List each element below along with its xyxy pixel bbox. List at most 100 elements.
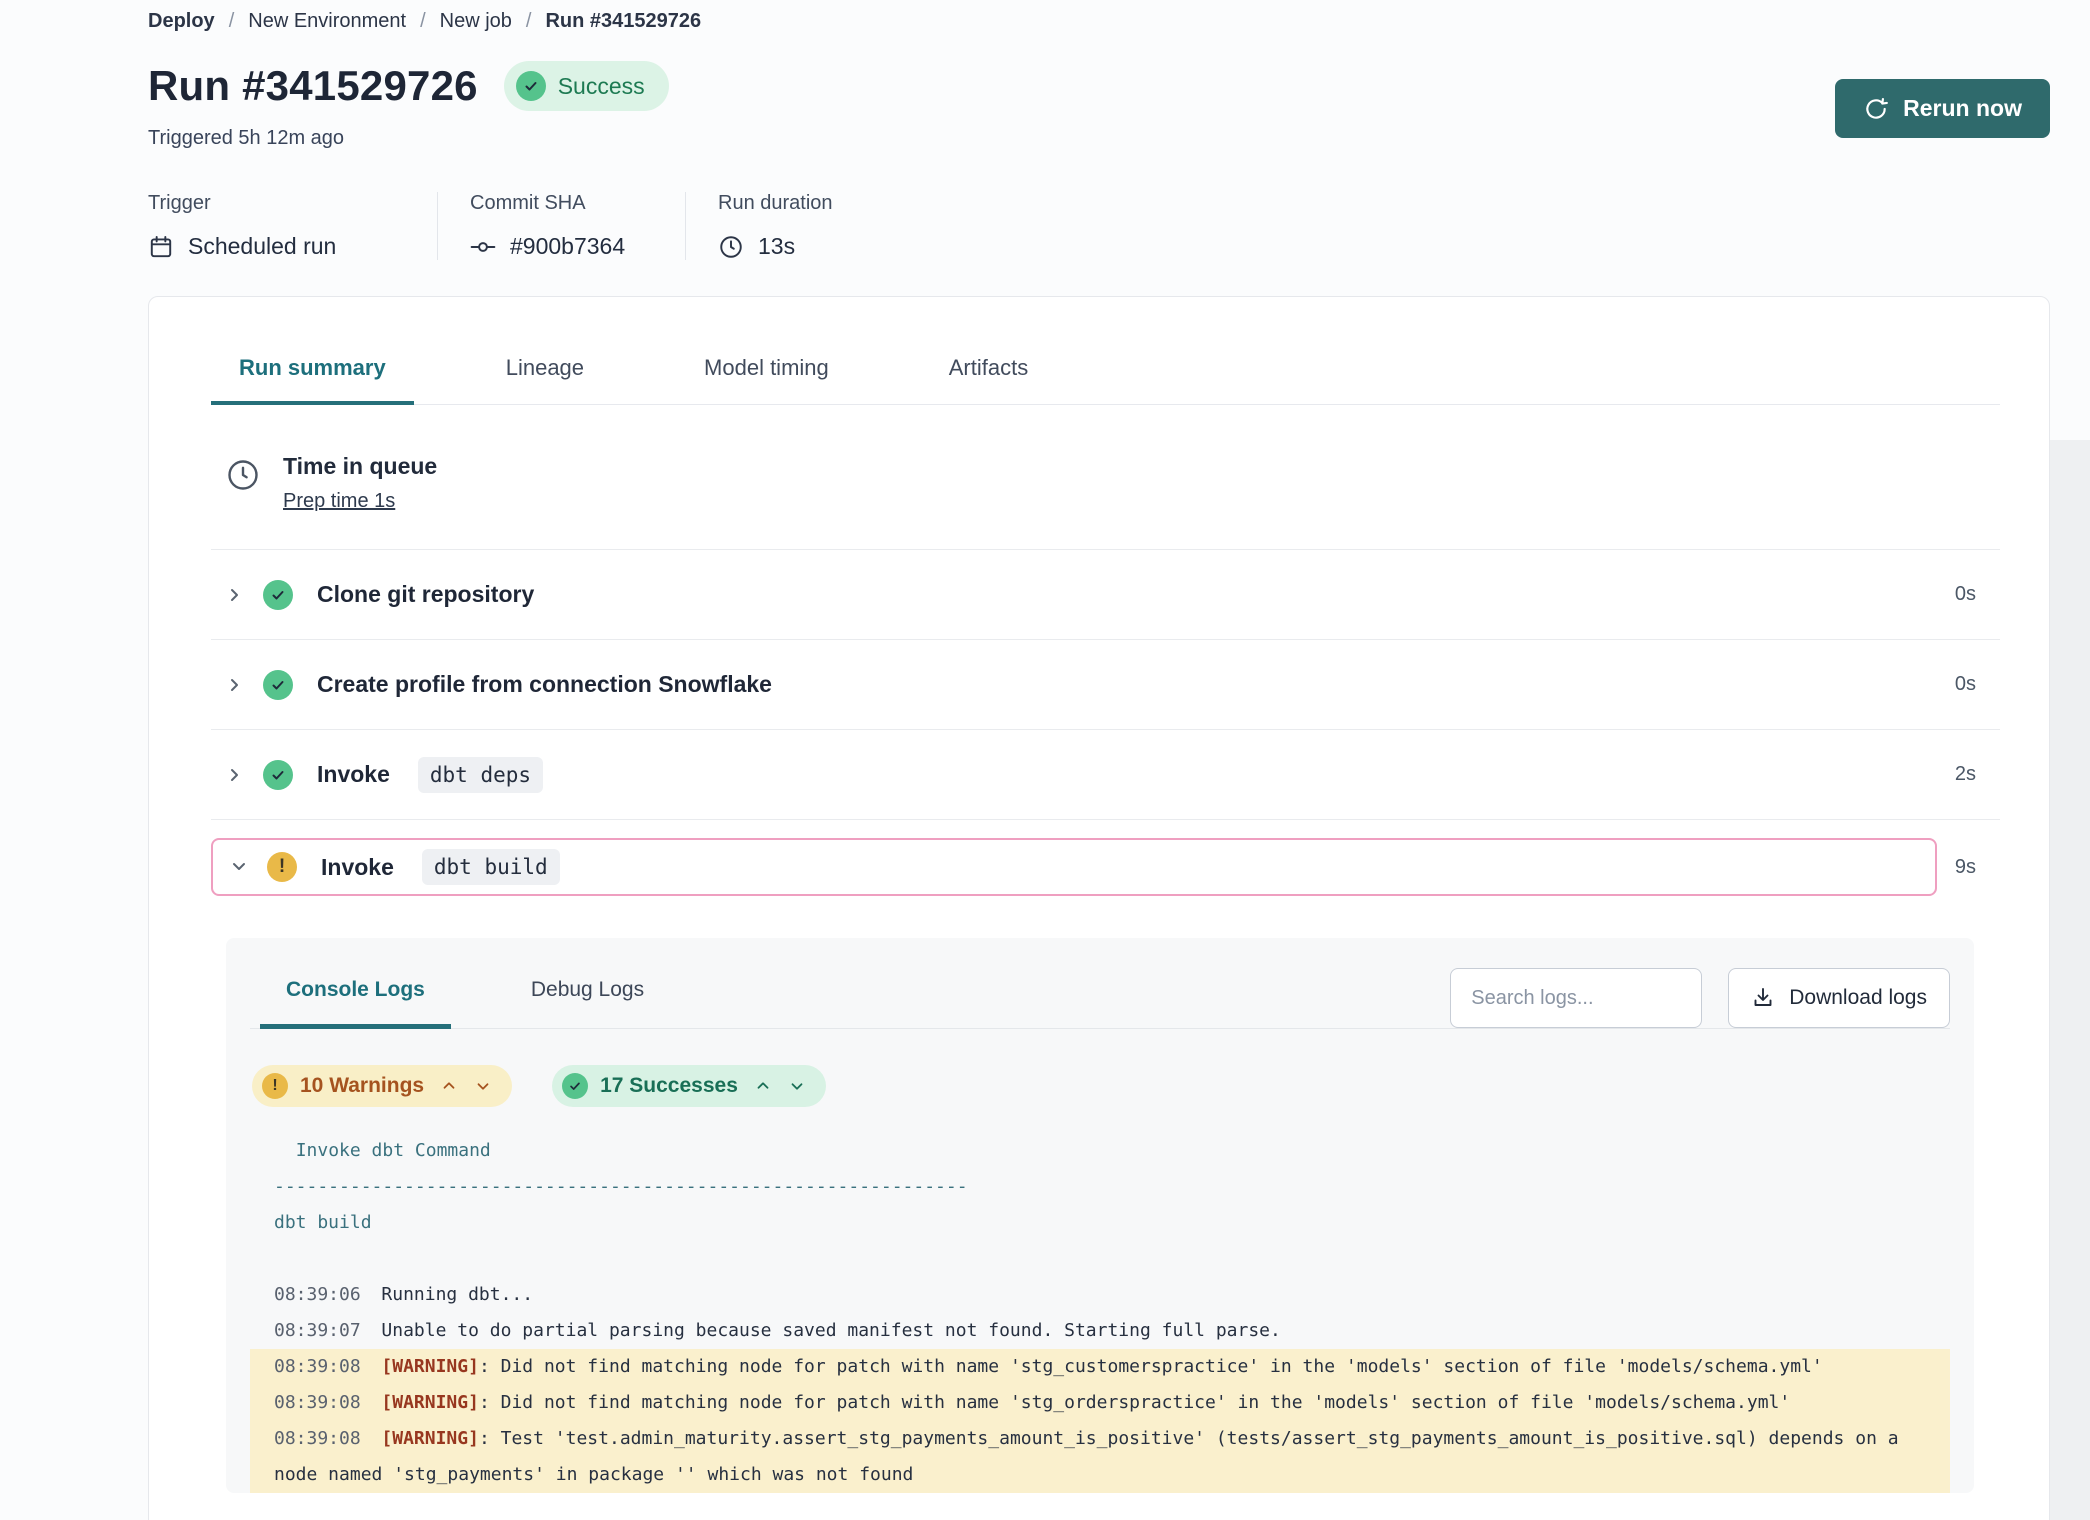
time-in-queue-title: Time in queue [283, 453, 437, 480]
successes-badge[interactable]: 17 Successes [552, 1065, 826, 1107]
status-badge-label: Success [558, 73, 645, 100]
log-line: 08:39:07 Unable to do partial parsing bec… [250, 1313, 1950, 1349]
search-logs-input[interactable] [1450, 968, 1702, 1028]
tab-debug-logs[interactable]: Debug Logs [505, 964, 670, 1028]
chevron-up-icon[interactable] [440, 1077, 458, 1095]
breadcrumb-job[interactable]: New job [440, 10, 512, 33]
log-message: Running dbt... [381, 1284, 533, 1305]
log-timestamp: 08:39:06 [274, 1284, 361, 1305]
check-icon [516, 71, 546, 101]
console-log-output: Invoke dbt Command ---------------------… [250, 1133, 1950, 1493]
tab-lineage[interactable]: Lineage [478, 349, 612, 404]
step-duration: 0s [1955, 583, 2000, 606]
status-badge: Success [504, 61, 669, 111]
log-line: 08:39:06 Running dbt... [250, 1277, 1950, 1313]
run-tabs: Run summary Lineage Model timing Artifac… [211, 349, 2000, 405]
log-tabbar: Console Logs Debug Logs Download logs [250, 964, 1950, 1029]
breadcrumb: Deploy / New Environment / New job / Run… [148, 10, 2050, 33]
run-summary-card: Run summary Lineage Model timing Artifac… [148, 296, 2050, 1520]
step-clone-git-repository[interactable]: Clone git repository 0s [211, 550, 2000, 640]
commit-value[interactable]: #900b7364 [510, 233, 625, 260]
calendar-icon [148, 234, 174, 260]
trigger-label: Trigger [148, 192, 397, 215]
download-icon [1751, 986, 1775, 1010]
commit-label: Commit SHA [470, 192, 645, 215]
chevron-right-icon[interactable] [225, 765, 245, 785]
step-invoke-dbt-deps[interactable]: Invoke dbt deps 2s [211, 730, 2000, 820]
chevron-right-icon[interactable] [225, 585, 245, 605]
breadcrumb-separator: / [229, 10, 235, 33]
step-duration: 2s [1955, 763, 2000, 786]
chevron-down-icon[interactable] [788, 1077, 806, 1095]
step-create-profile[interactable]: Create profile from connection Snowflake… [211, 640, 2000, 730]
header: Run #341529726 Success Triggered 5h 12m … [148, 61, 2050, 150]
warning-icon: ! [262, 1073, 288, 1099]
log-line-warning: 08:39:08[WARNING]: Did not find matching… [250, 1349, 1950, 1385]
rerun-now-label: Rerun now [1903, 95, 2022, 122]
breadcrumb-environment[interactable]: New Environment [248, 10, 406, 33]
meta-commit: Commit SHA #900b7364 [437, 192, 685, 260]
download-logs-button[interactable]: Download logs [1728, 968, 1950, 1028]
log-line-warning: 08:39:08[WARNING]: Test 'test.admin_matu… [250, 1421, 1950, 1493]
step-command-chip: dbt build [422, 849, 560, 885]
success-icon [263, 670, 293, 700]
chevron-up-icon[interactable] [754, 1077, 772, 1095]
tab-run-summary[interactable]: Run summary [211, 349, 414, 405]
clock-icon [225, 457, 261, 493]
refresh-icon [1863, 96, 1889, 122]
commit-icon [470, 234, 496, 260]
log-line-warning: 08:39:08 [WARNING]: Did not find matching… [250, 1385, 1950, 1421]
warning-tag: [WARNING] [381, 1392, 479, 1413]
log-timestamp: 08:39:08 [274, 1428, 361, 1449]
log-timestamp: 08:39:08 [274, 1356, 361, 1377]
chevron-right-icon[interactable] [225, 675, 245, 695]
tab-console-logs[interactable]: Console Logs [260, 964, 451, 1029]
time-in-queue-section: Time in queue Prep time 1s [211, 405, 2000, 550]
chevron-down-icon[interactable] [229, 857, 249, 877]
breadcrumb-deploy[interactable]: Deploy [148, 10, 215, 33]
step-invoke-dbt-build-row: ! Invoke dbt build 9s [211, 838, 2000, 896]
log-panel: Console Logs Debug Logs Download logs ! … [226, 938, 1974, 1493]
log-divider-line: ----------------------------------------… [250, 1169, 1950, 1205]
download-logs-label: Download logs [1789, 986, 1927, 1010]
meta-duration: Run duration 13s [685, 192, 873, 260]
log-timestamp: 08:39:07 [274, 1320, 361, 1341]
chevron-down-icon[interactable] [474, 1077, 492, 1095]
run-detail-page: Deploy / New Environment / New job / Run… [0, 0, 2090, 1520]
log-timestamp: 08:39:08 [274, 1392, 361, 1413]
warnings-badge-label: 10 Warnings [300, 1074, 424, 1098]
run-meta: Trigger Scheduled run Commit SHA #900b73… [148, 192, 2050, 260]
success-icon [263, 760, 293, 790]
prep-time-link[interactable]: Prep time 1s [283, 490, 395, 513]
warning-tag: [WARNING] [381, 1356, 479, 1377]
warning-icon: ! [267, 852, 297, 882]
step-invoke-dbt-build[interactable]: ! Invoke dbt build [211, 838, 1937, 896]
triggered-time: Triggered 5h 12m ago [148, 127, 669, 150]
step-name: Invoke [317, 761, 390, 788]
log-command: dbt build [250, 1205, 1950, 1241]
duration-value: 13s [758, 233, 795, 260]
warning-tag: [WARNING] [381, 1428, 479, 1449]
step-duration: 0s [1955, 673, 2000, 696]
page-title: Run #341529726 [148, 62, 478, 110]
step-name: Invoke [321, 854, 394, 881]
step-name: Clone git repository [317, 581, 534, 608]
log-message: Unable to do partial parsing because sav… [381, 1320, 1280, 1341]
tab-model-timing[interactable]: Model timing [676, 349, 857, 404]
log-message: : Did not find matching node for patch w… [479, 1392, 1790, 1413]
breadcrumb-separator: / [526, 10, 532, 33]
duration-label: Run duration [718, 192, 833, 215]
check-icon [562, 1073, 588, 1099]
breadcrumb-separator: / [420, 10, 426, 33]
trigger-value: Scheduled run [188, 233, 336, 260]
successes-badge-label: 17 Successes [600, 1074, 738, 1098]
log-command-title: Invoke dbt Command [250, 1133, 1950, 1169]
warnings-badge[interactable]: ! 10 Warnings [252, 1065, 512, 1107]
breadcrumb-current-run: Run #341529726 [545, 10, 701, 33]
step-duration: 9s [1955, 856, 2000, 879]
rerun-now-button[interactable]: Rerun now [1835, 79, 2050, 138]
success-icon [263, 580, 293, 610]
step-command-chip: dbt deps [418, 757, 543, 793]
scrollbar[interactable] [2050, 440, 2090, 1520]
tab-artifacts[interactable]: Artifacts [921, 349, 1056, 404]
